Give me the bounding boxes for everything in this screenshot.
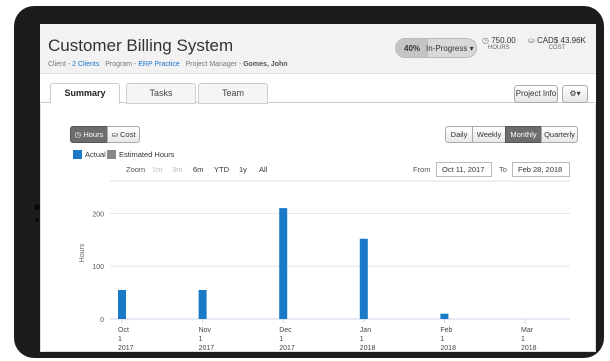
status-dropdown[interactable]: 40% In-Progress ▾	[395, 38, 477, 58]
zoom-3m[interactable]: 3m	[172, 165, 182, 174]
progress-percent: 40%	[404, 44, 421, 53]
zoom-all[interactable]: All	[259, 165, 267, 174]
x-tick-label: 2017	[118, 345, 134, 352]
x-tick-label: 2018	[521, 345, 537, 352]
hours-toggle[interactable]: ◷ Hours	[70, 126, 108, 143]
x-tick-label: Dec	[279, 327, 292, 334]
tab-summary[interactable]: Summary	[50, 83, 120, 104]
legend-actual[interactable]: Actual	[85, 150, 106, 159]
cost-value: CAD$ 43.96K	[536, 36, 586, 45]
x-tick-label: 1	[199, 336, 203, 343]
zoom-1y[interactable]: 1y	[239, 165, 247, 174]
x-tick-label: 1	[118, 336, 122, 343]
sensor-dot	[35, 218, 39, 222]
y-tick-label: 0	[100, 317, 104, 324]
period-weekly[interactable]: Weekly	[472, 126, 506, 143]
legend-swatch-estimated	[107, 150, 116, 159]
zoom-1m[interactable]: 1m	[152, 165, 162, 174]
tab-team[interactable]: Team	[198, 83, 268, 104]
project-info-button[interactable]: Project Info	[514, 85, 558, 103]
money-icon: ⛀	[111, 130, 118, 139]
hours-chart: 0 100 200 Hours Oct 1 2017 Nov 1 2017 Dec 1 2017 Jan 1…	[79, 180, 570, 352]
tab-tasks[interactable]: Tasks	[126, 83, 196, 104]
bar-actual	[198, 289, 207, 319]
x-tick-label: Nov	[199, 327, 212, 334]
settings-button[interactable]: ⚙▾	[562, 85, 588, 103]
zoom-label: Zoom	[126, 165, 146, 174]
x-tick-label: 2017	[199, 345, 215, 352]
legend-swatch-actual	[73, 150, 82, 159]
tablet-frame: Customer Billing System Client - 2 Clien…	[14, 6, 604, 358]
project-meta: Client - 2 Clients Program - ERP Practic…	[48, 61, 288, 68]
period-monthly[interactable]: Monthly	[505, 126, 542, 143]
clock-icon: ◷	[74, 130, 82, 139]
x-tick-label: 2018	[440, 345, 456, 352]
money-icon: ⛀	[528, 36, 535, 45]
zoom-ytd[interactable]: YTD	[214, 165, 229, 174]
tab-bar: Summary Tasks Team Project Info ⚙▾	[40, 83, 596, 104]
bar-actual	[359, 238, 368, 319]
x-tick-label: Oct	[118, 327, 129, 334]
hours-label: HOURS	[488, 45, 510, 51]
clock-icon: ◷	[482, 36, 489, 45]
chevron-down-icon: ▾	[469, 44, 474, 53]
project-header: Customer Billing System Client - 2 Clien…	[40, 24, 596, 74]
x-tick-label: Feb	[440, 327, 452, 334]
zoom-6m[interactable]: 6m	[193, 165, 203, 174]
bar-actual	[279, 208, 288, 319]
x-tick-label: 2017	[279, 345, 295, 352]
x-tick-label: 2018	[360, 345, 376, 352]
x-tick-label: 1	[279, 336, 283, 343]
legend-estimated[interactable]: Estimated Hours	[119, 150, 174, 159]
x-tick-label: Jan	[360, 327, 371, 334]
gear-icon: ⚙	[569, 89, 577, 98]
clients-link[interactable]: 2 Clients	[72, 61, 99, 68]
cost-label: COST	[548, 45, 566, 51]
status-label: In-Progress	[426, 44, 468, 53]
x-tick-label: 1	[360, 336, 364, 343]
hours-value: 750.00	[491, 36, 516, 45]
y-axis-label: Hours	[79, 243, 86, 262]
x-tick-label: 1	[521, 336, 525, 343]
from-label: From	[413, 165, 431, 174]
bar-actual	[118, 289, 126, 319]
x-tick-label: 1	[440, 336, 444, 343]
from-date-input[interactable]: Oct 11, 2017	[436, 162, 492, 177]
bar-actual	[440, 313, 449, 319]
program-link[interactable]: ERP Practice	[138, 61, 180, 68]
to-label: To	[499, 165, 507, 174]
y-tick-label: 100	[92, 264, 104, 271]
page-title: Customer Billing System	[48, 36, 234, 55]
period-daily[interactable]: Daily	[445, 126, 473, 143]
project-manager-name: Gomes, John	[243, 61, 288, 68]
hours-stat: ◷ 750.00 HOURS	[482, 36, 516, 51]
cost-stat: ⛀ CAD$ 43.96K COST	[528, 36, 586, 51]
app-screen: Customer Billing System Client - 2 Clien…	[40, 24, 596, 352]
cost-toggle[interactable]: ⛀ Cost	[107, 126, 140, 143]
period-quarterly[interactable]: Quarterly	[541, 126, 578, 143]
to-date-input[interactable]: Feb 28, 2018	[512, 162, 570, 177]
x-tick-label: Mar	[521, 327, 534, 334]
y-tick-label: 200	[92, 211, 104, 218]
